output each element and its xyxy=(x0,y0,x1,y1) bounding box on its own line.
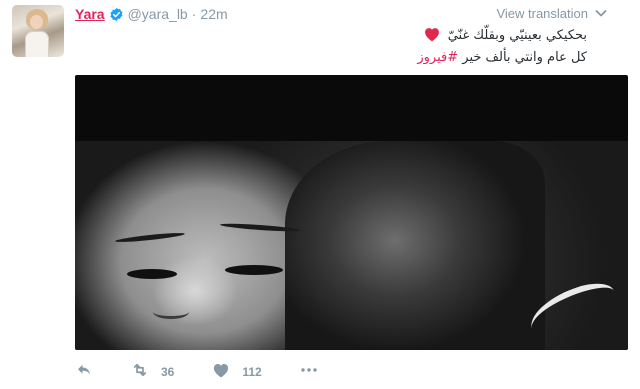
like-count: 112 xyxy=(242,365,262,379)
tweet: Yara @yara_lb · 22m View translation بحك… xyxy=(0,0,640,389)
reply-icon xyxy=(75,361,93,384)
author-name[interactable]: Yara xyxy=(75,6,105,22)
more-button[interactable] xyxy=(300,361,318,384)
author-handle[interactable]: @yara_lb xyxy=(128,6,188,22)
tweet-text-line-1: بحكيكي بعينيّي وبقلّك غنّيّ xyxy=(147,26,587,45)
like-button[interactable]: 112 xyxy=(212,361,262,384)
retweet-count: 36 xyxy=(161,365,175,379)
tweet-text-line-2: كل عام وانتي بألف خير #فيروز xyxy=(147,49,587,67)
tweet-photo[interactable] xyxy=(75,75,628,350)
retweet-button[interactable]: 36 xyxy=(131,361,174,384)
chevron-down-icon[interactable] xyxy=(594,6,608,20)
timestamp[interactable]: 22m xyxy=(200,6,227,22)
red-heart-icon xyxy=(423,26,441,42)
heart-icon xyxy=(212,361,230,384)
text-line-2: كل عام وانتي بألف خير xyxy=(462,50,587,65)
text-line-1: بحكيكي بعينيّي وبقلّك غنّيّ xyxy=(447,28,587,43)
tweet-actions: 36 112 xyxy=(75,360,318,384)
reply-button[interactable] xyxy=(75,361,93,384)
avatar[interactable] xyxy=(12,5,64,57)
tweet-text: بحكيكي بعينيّي وبقلّك غنّيّ كل عام وانتي… xyxy=(147,26,587,67)
separator-dot: · xyxy=(191,6,197,22)
tweet-header: Yara @yara_lb · 22m xyxy=(75,5,228,23)
hashtag-link[interactable]: #فيروز xyxy=(417,50,458,65)
view-translation-link[interactable]: View translation xyxy=(496,6,588,21)
retweet-icon xyxy=(131,361,149,384)
more-dots-icon xyxy=(300,361,318,384)
verified-badge-icon xyxy=(109,7,124,22)
